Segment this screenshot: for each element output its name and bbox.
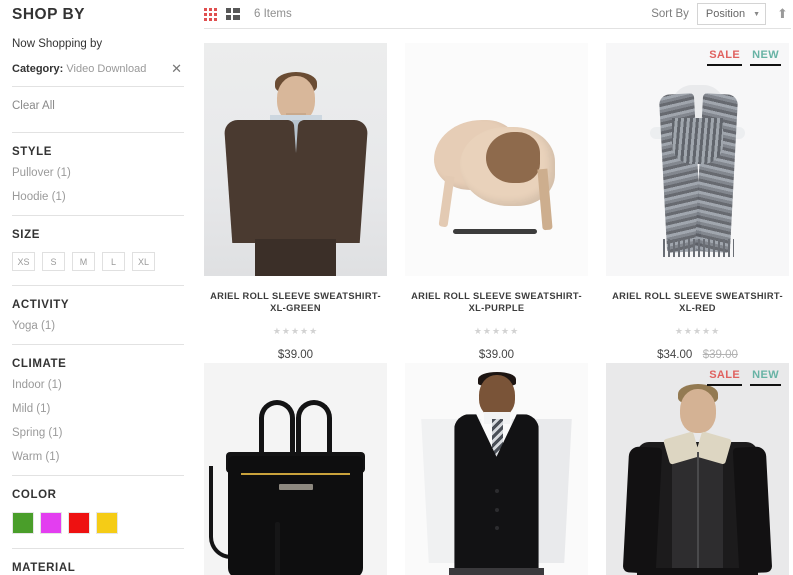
product-name[interactable]: ARIEL ROLL SLEEVE SWEATSHIRT-XL-GREEN (204, 276, 387, 314)
view-mode-switcher (204, 7, 240, 21)
filter-section-title: MATERIAL (12, 562, 76, 574)
color-swatch-row (12, 510, 184, 548)
product-old-price: $39.00 (702, 349, 738, 362)
product-rating: ★★★★★ (674, 326, 721, 337)
product-card[interactable]: SALE NEW ARIEL ROLL SLEEVE SWEATSHIRT-XL… (606, 43, 789, 363)
filter-section-climate: CLIMATE Indoor (1) Mild (1) Spring (1) W… (12, 345, 184, 475)
product-price: $39.00 (478, 349, 515, 362)
sort-by-value: Position (705, 8, 746, 20)
product-card[interactable] (204, 363, 387, 575)
filter-section-title: CLIMATE (12, 358, 67, 370)
product-list-main: 6 Items Sort By Position ▼ ⬆ ARIEL ROLL … (196, 0, 793, 575)
product-card[interactable]: SALE NEW (606, 363, 789, 575)
filter-option-indoor[interactable]: Indoor (1) (12, 379, 184, 403)
size-swatch-m[interactable]: M (72, 252, 95, 271)
status-badge-new: NEW (750, 49, 781, 66)
filter-section-size: SIZE XS S M L XL (12, 216, 184, 285)
product-image-black-shearling-jacket[interactable]: SALE NEW (606, 363, 789, 575)
product-price-row: $34.00 $39.00 (606, 337, 789, 363)
filter-option-warm[interactable]: Warm (1) (12, 451, 184, 475)
product-toolbar: 6 Items Sort By Position ▼ ⬆ (204, 0, 793, 28)
color-swatch-yellow[interactable] (96, 512, 118, 534)
product-rating: ★★★★★ (473, 326, 520, 337)
filter-option-spring[interactable]: Spring (1) (12, 427, 184, 451)
product-name[interactable]: ARIEL ROLL SLEEVE SWEATSHIRT-XL-RED (606, 276, 789, 314)
close-icon[interactable]: ✕ (169, 62, 184, 75)
active-filter-row: Category: Video Download ✕ (12, 62, 184, 86)
product-badges: SALE NEW (707, 49, 781, 66)
filter-section-title: ACTIVITY (12, 299, 70, 311)
filter-option-pullover[interactable]: Pullover (1) (12, 167, 184, 191)
shop-by-sidebar: SHOP BY Now Shopping by Category: Video … (0, 0, 196, 575)
size-swatch-row: XS S M L XL (12, 250, 184, 285)
filter-section-title: COLOR (12, 489, 57, 501)
filter-section-activity: ACTIVITY Yoga (1) (12, 286, 184, 344)
filter-section-title: STYLE (12, 146, 53, 158)
sort-controls: Sort By Position ▼ ⬆ (651, 3, 793, 25)
size-swatch-xs[interactable]: XS (12, 252, 35, 271)
product-image-gray-lace-scarf[interactable]: SALE NEW (606, 43, 789, 276)
color-swatch-red[interactable] (68, 512, 90, 534)
filter-section-style: STYLE Pullover (1) Hoodie (1) (12, 133, 184, 215)
chevron-down-icon: ▼ (753, 10, 760, 18)
filter-section-title: SIZE (12, 229, 40, 241)
product-grid: ARIEL ROLL SLEEVE SWEATSHIRT-XL-GREEN ★★… (204, 29, 793, 575)
items-count: 6 Items (254, 8, 292, 20)
product-listing-page: SHOP BY Now Shopping by Category: Video … (0, 0, 793, 575)
product-card[interactable]: ARIEL ROLL SLEEVE SWEATSHIRT-XL-GREEN ★★… (204, 43, 387, 363)
product-badges: SALE NEW (707, 369, 781, 387)
sort-by-select[interactable]: Position ▼ (696, 3, 766, 25)
filter-option-yoga[interactable]: Yoga (1) (12, 320, 184, 344)
active-filter-text: Category: Video Download (12, 63, 146, 75)
filter-option-hoodie[interactable]: Hoodie (1) (12, 191, 184, 215)
product-price-row: $39.00 (204, 337, 387, 363)
active-filter-value: Video Download (66, 62, 147, 75)
product-price-row: $39.00 (405, 337, 588, 363)
color-swatch-magenta[interactable] (40, 512, 62, 534)
filter-option-mild[interactable]: Mild (1) (12, 403, 184, 427)
color-swatch-green[interactable] (12, 512, 34, 534)
product-card[interactable]: ARIEL ROLL SLEEVE SWEATSHIRT-XL-PURPLE ★… (405, 43, 588, 363)
filter-section-material: MATERIAL (12, 549, 184, 575)
page-title: SHOP BY (12, 6, 85, 23)
clear-all-button[interactable]: Clear All (12, 87, 184, 112)
product-image-man-in-brown-suit[interactable] (204, 43, 387, 276)
grid-view-icon[interactable] (204, 7, 217, 21)
size-swatch-xl[interactable]: XL (132, 252, 155, 271)
product-image-black-leather-handbag[interactable] (204, 363, 387, 575)
filter-section-color: COLOR (12, 476, 184, 548)
sort-by-label: Sort By (651, 8, 689, 20)
product-card[interactable] (405, 363, 588, 575)
product-image-nude-high-heel-pumps[interactable] (405, 43, 588, 276)
active-filter-label: Category: (12, 62, 64, 75)
product-name[interactable]: ARIEL ROLL SLEEVE SWEATSHIRT-XL-PURPLE (405, 276, 588, 314)
product-rating: ★★★★★ (272, 326, 319, 337)
list-view-icon[interactable] (226, 8, 240, 20)
arrow-up-icon: ⬆ (777, 6, 788, 21)
product-image-man-in-black-vest[interactable] (405, 363, 588, 575)
status-badge-new: NEW (750, 369, 781, 387)
status-badge-sale: SALE (707, 49, 743, 66)
size-swatch-l[interactable]: L (102, 252, 125, 271)
sort-direction-button[interactable]: ⬆ (774, 3, 791, 25)
now-shopping-by-label: Now Shopping by (12, 38, 103, 50)
size-swatch-s[interactable]: S (42, 252, 65, 271)
product-price: $39.00 (277, 349, 314, 362)
status-badge-sale: SALE (707, 369, 743, 387)
product-price: $34.00 (657, 349, 693, 362)
